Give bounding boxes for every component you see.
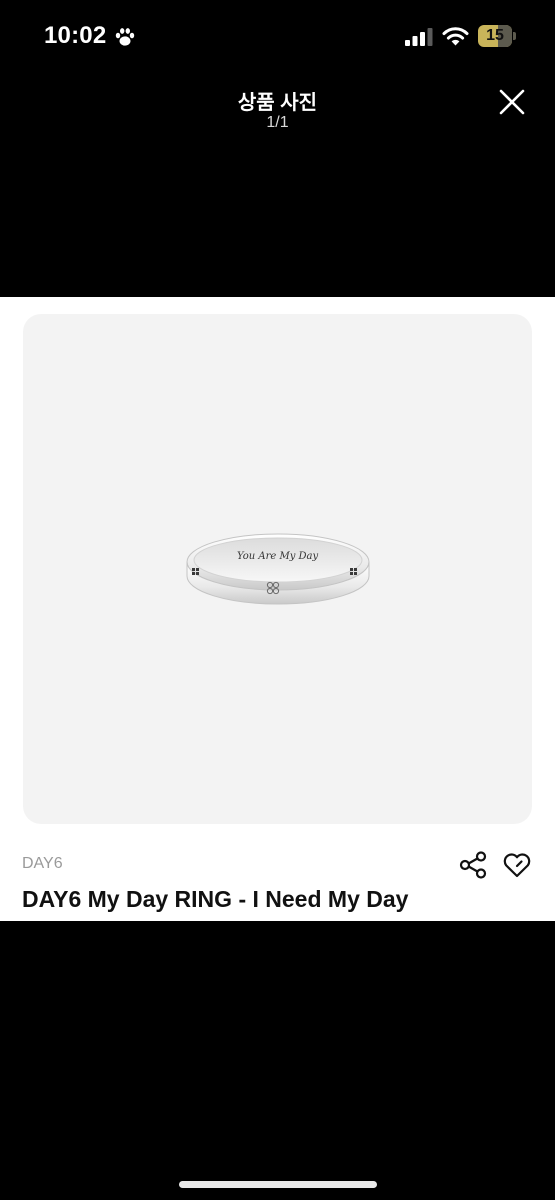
product-photo[interactable]: You Are My Day — [23, 314, 532, 824]
brand-label[interactable]: DAY6 — [22, 855, 63, 873]
product-title: DAY6 My Day RING - I Need My Day — [22, 886, 409, 912]
battery-level: 15 — [486, 27, 504, 44]
status-time: 10:02 — [44, 22, 107, 49]
signal-icon — [405, 28, 433, 46]
battery-icon: 15 — [478, 25, 516, 47]
ring-image: You Are My Day — [186, 533, 370, 605]
heart-icon[interactable] — [502, 850, 532, 880]
home-indicator — [179, 1181, 377, 1188]
wifi-icon — [442, 27, 469, 46]
svg-text:You Are My Day: You Are My Day — [237, 551, 319, 562]
paw-icon — [115, 28, 135, 46]
close-icon[interactable] — [494, 84, 530, 120]
product-card: You Are My Day DAY6 DAY6 My Day RING - I… — [0, 297, 555, 921]
page-title: 상품 사진 — [237, 92, 318, 114]
viewer-header: 상품 사진 1/1 — [0, 80, 555, 140]
status-bar: 10:02 15 — [0, 0, 555, 72]
share-icon[interactable] — [458, 850, 488, 880]
photo-counter: 1/1 — [266, 114, 289, 131]
